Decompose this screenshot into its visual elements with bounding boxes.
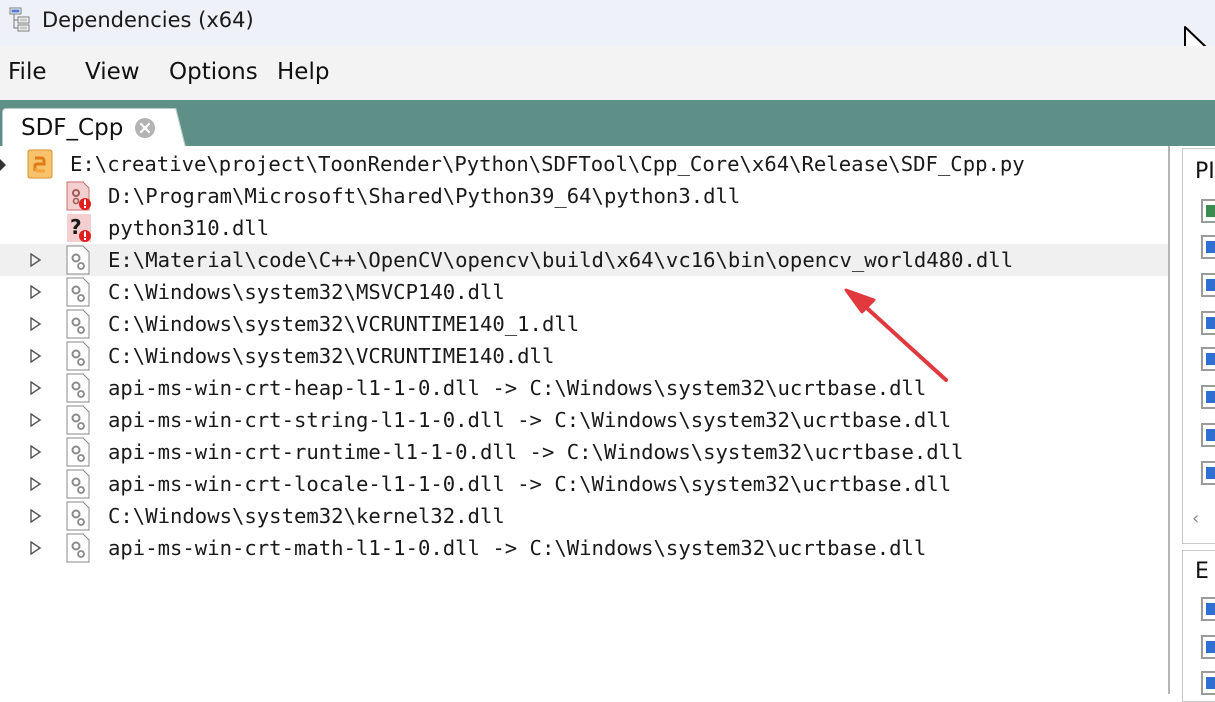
scroll-left-icon[interactable]: ‹	[1192, 508, 1199, 529]
tree-row[interactable]: C:\Windows\system32\MSVCP140.dll	[0, 276, 1169, 308]
expand-icon[interactable]	[30, 349, 42, 363]
tree-row-selected[interactable]: E:\Material\code\C++\OpenCV\opencv\build…	[0, 244, 1169, 276]
function-icon	[1201, 597, 1215, 621]
menu-file[interactable]: File	[8, 59, 47, 85]
tab-strip: SDF_Cpp	[0, 100, 1215, 147]
python-module-icon	[27, 149, 53, 179]
tree-row-text: api-ms-win-crt-math-l1-1-0.dll -> C:\Win…	[108, 536, 927, 560]
function-icon	[1201, 273, 1215, 297]
tree-root-path: E:\creative\project\ToonRender\Python\SD…	[70, 152, 1025, 176]
imports-panel-header: PI	[1195, 159, 1215, 184]
tree-row[interactable]: C:\Windows\system32\VCRUNTIME140_1.dll	[0, 308, 1169, 340]
missing-dll-icon: ?	[67, 214, 91, 242]
dll-icon	[66, 405, 90, 435]
title-bar: Dependencies (x64)	[0, 0, 1215, 46]
tree-splitter[interactable]	[1168, 146, 1170, 694]
tree-row[interactable]: api-ms-win-crt-runtime-l1-1-0.dll -> C:\…	[0, 436, 1169, 468]
tree-row[interactable]: api-ms-win-crt-heap-l1-1-0.dll -> C:\Win…	[0, 372, 1169, 404]
function-icon	[1201, 423, 1215, 447]
tree-row[interactable]: D:\Program\Microsoft\Shared\Python39_64\…	[0, 180, 1169, 212]
expand-icon[interactable]	[30, 445, 42, 459]
tab-label: SDF_Cpp	[21, 115, 124, 141]
dll-icon	[66, 373, 90, 403]
expand-icon[interactable]	[30, 509, 42, 523]
expand-icon[interactable]	[30, 413, 42, 427]
dll-icon	[66, 277, 90, 307]
tree-row-text: C:\Windows\system32\VCRUNTIME140_1.dll	[108, 312, 580, 336]
tree-row-text: E:\Material\code\C++\OpenCV\opencv\build…	[108, 248, 1014, 272]
tree-root-row[interactable]: E:\creative\project\ToonRender\Python\SD…	[0, 148, 1169, 180]
menu-view[interactable]: View	[85, 59, 140, 85]
tree-row-text: api-ms-win-crt-locale-l1-1-0.dll -> C:\W…	[108, 472, 952, 496]
menu-bar: File View Options Help	[0, 46, 1215, 100]
expand-icon[interactable]	[30, 285, 42, 299]
exports-panel-header: E	[1195, 559, 1209, 584]
function-icon	[1201, 235, 1215, 259]
function-icon	[1201, 199, 1215, 223]
dll-icon	[66, 533, 90, 563]
dll-icon	[66, 245, 90, 275]
function-icon	[1201, 385, 1215, 409]
tree-row-text: api-ms-win-crt-string-l1-1-0.dll -> C:\W…	[108, 408, 952, 432]
close-circle-icon[interactable]	[134, 117, 156, 139]
dll-icon	[66, 469, 90, 499]
dll-icon	[66, 341, 90, 371]
tree-row[interactable]: api-ms-win-crt-string-l1-1-0.dll -> C:\W…	[0, 404, 1169, 436]
tree-row-text: C:\Windows\system32\MSVCP140.dll	[108, 280, 505, 304]
menu-options[interactable]: Options	[169, 59, 258, 85]
expand-icon[interactable]	[30, 541, 42, 555]
function-icon	[1201, 635, 1215, 659]
tree-row-text: python310.dll	[108, 216, 270, 240]
window-title: Dependencies (x64)	[42, 8, 254, 32]
function-icon	[1201, 311, 1215, 335]
expand-icon[interactable]	[30, 253, 42, 267]
dependency-tree[interactable]: E:\creative\project\ToonRender\Python\SD…	[0, 146, 1169, 694]
tree-row-text: D:\Program\Microsoft\Shared\Python39_64\…	[108, 184, 741, 208]
dll-icon	[66, 437, 90, 467]
tree-row-text: api-ms-win-crt-runtime-l1-1-0.dll -> C:\…	[108, 440, 964, 464]
tree-view-app-icon	[9, 7, 30, 32]
function-icon	[1201, 347, 1215, 371]
dll-error-icon	[66, 181, 91, 211]
dll-icon	[66, 309, 90, 339]
expand-icon[interactable]	[30, 317, 42, 331]
tree-row-text: C:\Windows\system32\VCRUNTIME140.dll	[108, 344, 555, 368]
exports-panel[interactable]: E	[1182, 550, 1215, 702]
tree-row[interactable]: C:\Windows\system32\VCRUNTIME140.dll	[0, 340, 1169, 372]
tree-row[interactable]: api-ms-win-crt-math-l1-1-0.dll -> C:\Win…	[0, 532, 1169, 564]
tree-row-text: C:\Windows\system32\kernel32.dll	[108, 504, 505, 528]
expand-icon[interactable]	[30, 477, 42, 491]
collapse-icon[interactable]	[0, 158, 8, 172]
function-icon	[1201, 461, 1215, 485]
expand-icon[interactable]	[30, 381, 42, 395]
tree-row[interactable]: api-ms-win-crt-locale-l1-1-0.dll -> C:\W…	[0, 468, 1169, 500]
tree-row[interactable]: ? python310.dll	[0, 212, 1169, 244]
menu-help[interactable]: Help	[277, 59, 329, 85]
imports-panel[interactable]: PI	[1182, 148, 1215, 544]
tree-row[interactable]: C:\Windows\system32\kernel32.dll	[0, 500, 1169, 532]
function-icon	[1201, 671, 1215, 695]
dll-icon	[66, 501, 90, 531]
tree-row-text: api-ms-win-crt-heap-l1-1-0.dll -> C:\Win…	[108, 376, 927, 400]
tab-sdf-cpp[interactable]: SDF_Cpp	[2, 108, 170, 147]
